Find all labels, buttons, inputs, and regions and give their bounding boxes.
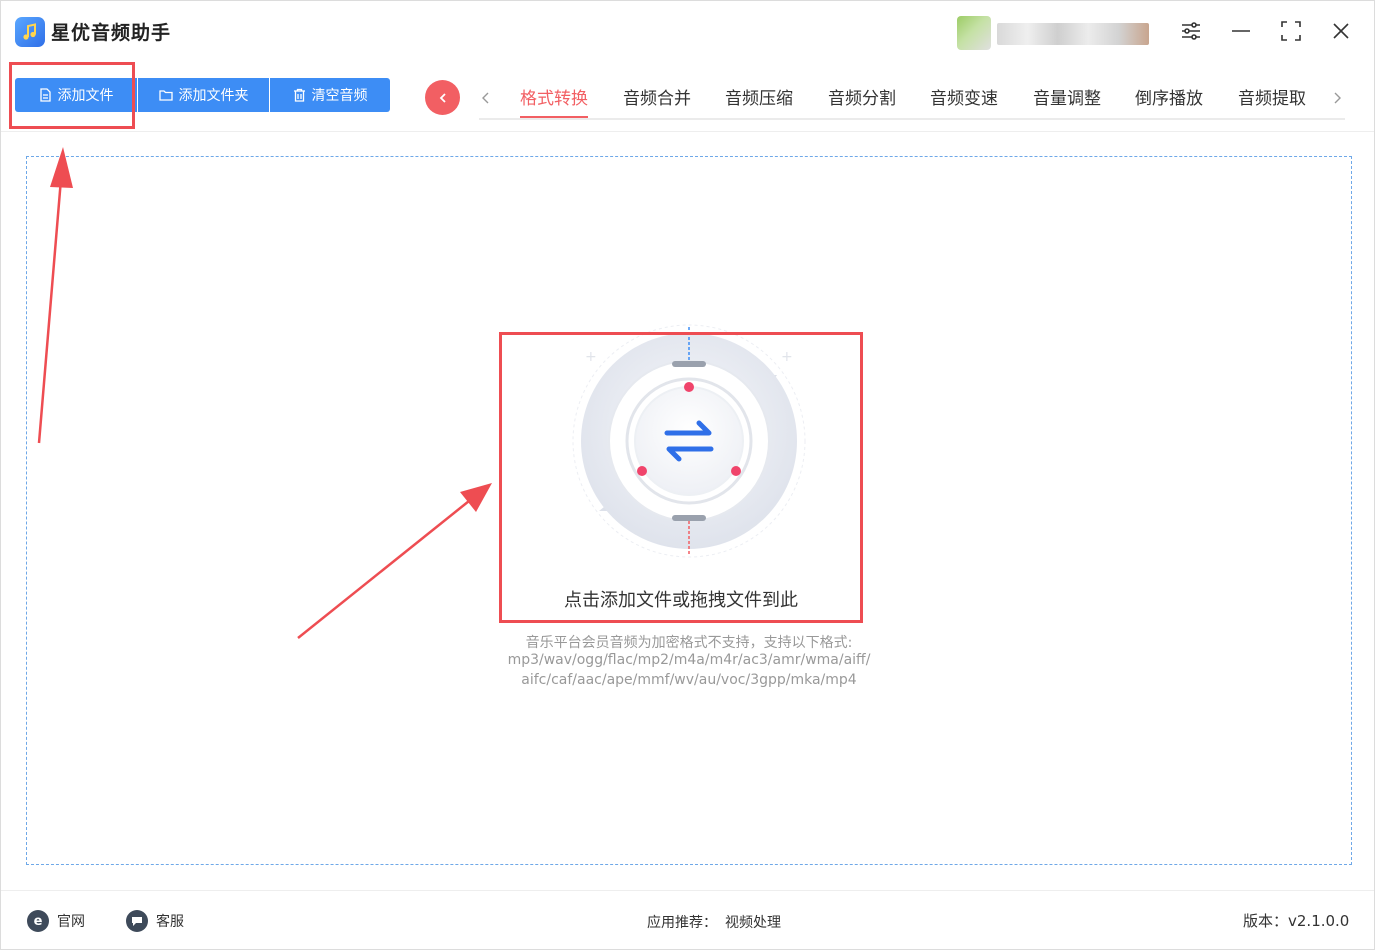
collapse-toggle-button[interactable] [425,80,460,115]
svg-text:+: + [585,349,597,365]
chat-bubble-icon [126,910,148,932]
tab-format-convert[interactable]: 格式转换 [520,84,588,118]
drop-prompt[interactable]: 点击添加文件或拖拽文件到此 [501,586,861,612]
svg-text:+: + [781,349,793,365]
app-recommend: 应用推荐： 视频处理 [647,912,781,932]
tab-reverse-play[interactable]: 倒序播放 [1135,84,1203,118]
format-note-line-1: 音乐平台会员音频为加密格式不支持，支持以下格式: [525,635,853,651]
chevron-left-icon [439,92,446,103]
close-icon[interactable] [1327,17,1355,45]
version-text: 版本：v2.1.0.0 [1243,912,1350,930]
website-label: 官网 [57,914,85,930]
recommend-video-link[interactable]: 视频处理 [725,915,781,931]
support-label: 客服 [156,914,184,930]
format-note-line-3: aifc/caf/aac/ape/mmf/wv/au/voc/3gpp/mka/… [521,672,857,688]
file-icon [39,88,51,102]
tab-audio-merge[interactable]: 音频合并 [623,84,691,118]
tabs-scroll-right-icon[interactable] [1327,85,1347,111]
user-avatar[interactable] [957,16,991,50]
support-link[interactable]: 客服 [126,910,184,932]
tab-audio-compress[interactable]: 音频压缩 [725,84,793,118]
maximize-icon[interactable] [1277,17,1305,45]
minimize-icon[interactable] [1227,17,1255,45]
app-window: 星优音频助手 添加文件 添加文件夹 清空音频 格式转换 音频合并 音频压缩 音频… [0,0,1375,950]
format-note-line-2: mp3/wav/ogg/flac/mp2/m4a/m4r/ac3/amr/wma… [507,652,871,668]
trash-icon [293,88,305,102]
username-blurred[interactable] [997,23,1149,45]
add-file-button[interactable]: 添加文件 [15,78,137,112]
tab-audio-split[interactable]: 音频分割 [828,84,896,118]
add-folder-label: 添加文件夹 [178,88,249,104]
clear-audio-label: 清空音频 [311,88,368,104]
title-bar: 星优音频助手 [1,1,1374,61]
add-folder-button[interactable]: 添加文件夹 [138,78,269,112]
tabs-scroll-left-icon[interactable] [476,85,496,111]
tab-audio-extract[interactable]: 音频提取 [1238,84,1306,118]
convert-illustration-icon[interactable]: + + [569,323,809,563]
website-link[interactable]: e 官网 [27,910,85,932]
music-note-icon [15,17,45,47]
header-divider [1,131,1374,132]
clear-audio-button[interactable]: 清空音频 [270,78,390,112]
add-file-label: 添加文件 [57,88,114,104]
settings-sliders-icon[interactable] [1177,17,1205,45]
feature-tabs: 格式转换 音频合并 音频压缩 音频分割 音频变速 音量调整 倒序播放 音频提取 [479,77,1345,120]
footer-divider [1,890,1374,891]
folder-icon [158,90,173,101]
tab-audio-speed[interactable]: 音频变速 [930,84,998,118]
recommend-label: 应用推荐： [647,915,717,931]
app-title: 星优音频助手 [51,22,172,44]
browser-e-icon: e [27,910,49,932]
tab-volume-adjust[interactable]: 音量调整 [1033,84,1101,118]
